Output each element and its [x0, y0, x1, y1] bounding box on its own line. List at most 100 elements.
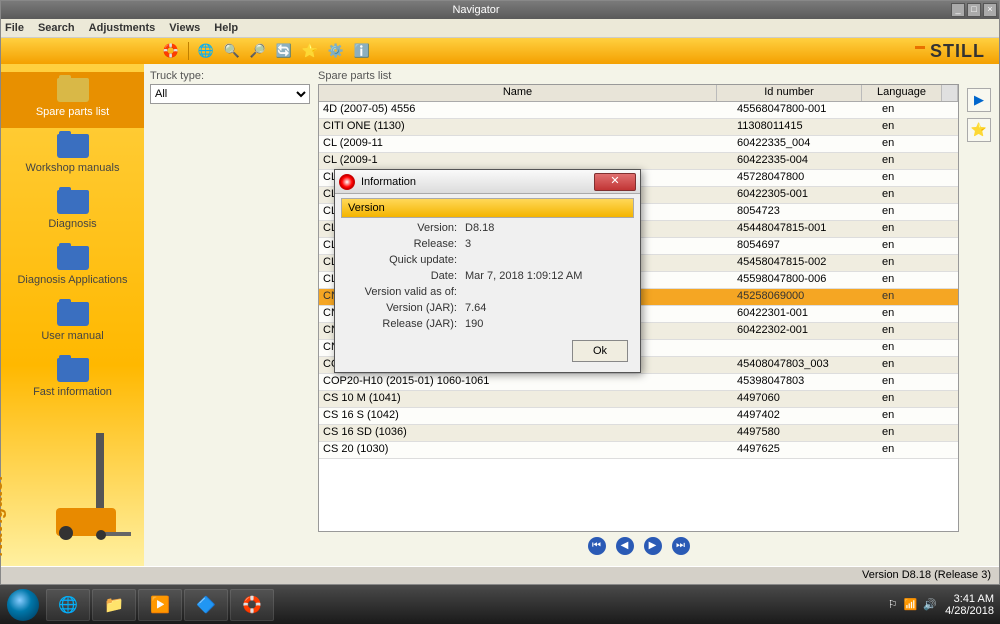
cell-lang: en [878, 391, 958, 407]
page-last-button[interactable]: ⏭ [672, 537, 690, 555]
cell-name: CS 10 M (1041) [319, 391, 733, 407]
dialog-close-button[interactable]: ✕ [594, 173, 636, 191]
cell-name: CS 16 S (1042) [319, 408, 733, 424]
sidebar-item-fast-info[interactable]: Fast information [1, 352, 144, 408]
sidebar-item-user-manual[interactable]: User manual [1, 296, 144, 352]
taskbar-clock[interactable]: 3:41 AM 4/28/2018 [945, 593, 994, 617]
brand-logo: STILL [915, 41, 985, 62]
cell-id: 45258069000 [733, 289, 878, 305]
cell-id: 60422335-004 [733, 153, 878, 169]
col-id[interactable]: Id number [717, 85, 862, 101]
cell-lang: en [878, 102, 958, 118]
field-label: Version: [345, 222, 465, 234]
table-row[interactable]: CL (2009-160422335-004en [319, 153, 958, 170]
folder-icon [57, 302, 89, 326]
window-maximize-button[interactable]: □ [967, 3, 981, 17]
refresh-icon[interactable]: 🔄 [275, 42, 293, 60]
taskbar-navigator-button[interactable]: 🛟 [230, 589, 274, 621]
cell-lang: en [878, 136, 958, 152]
flag-icon[interactable]: ⚐ [888, 598, 898, 611]
cell-lang: en [878, 425, 958, 441]
search-icon[interactable]: 🔍 [223, 42, 241, 60]
cell-id: 8054723 [733, 204, 878, 220]
cell-id: 45728047800 [733, 170, 878, 186]
cell-lang: en [878, 221, 958, 237]
play-button[interactable]: ▶ [967, 88, 991, 112]
dialog-field-row: Version valid as of: [335, 284, 640, 300]
col-name[interactable]: Name [319, 85, 717, 101]
cell-id: 60422335_004 [733, 136, 878, 152]
menu-help[interactable]: Help [214, 22, 238, 34]
ok-button[interactable]: Ok [572, 340, 628, 362]
network-icon[interactable]: 📶 [904, 598, 918, 611]
taskbar-media-button[interactable]: ▶️ [138, 589, 182, 621]
menu-file[interactable]: File [5, 22, 24, 34]
window-minimize-button[interactable]: _ [951, 3, 965, 17]
list-title: Spare parts list [318, 70, 959, 82]
truck-type-label: Truck type: [150, 70, 310, 82]
tray-icons[interactable]: ⚐ 📶 🔊 [888, 598, 937, 611]
folder-icon [57, 246, 89, 270]
field-value: D8.18 [465, 222, 630, 234]
folder-icon [57, 78, 89, 102]
cell-lang: en [878, 357, 958, 373]
table-row[interactable]: CS 16 SD (1036)4497580en [319, 425, 958, 442]
folder-icon [57, 134, 89, 158]
folder-icon [57, 358, 89, 382]
sidebar-item-diagnosis[interactable]: Diagnosis [1, 184, 144, 240]
cell-id: 4497580 [733, 425, 878, 441]
gear-icon[interactable]: ⚙️ [327, 42, 345, 60]
taskbar-ie-button[interactable]: 🌐 [46, 589, 90, 621]
cell-lang: en [878, 187, 958, 203]
table-row[interactable]: CS 10 M (1041)4497060en [319, 391, 958, 408]
menu-adjustments[interactable]: Adjustments [89, 22, 156, 34]
page-prev-button[interactable]: ◀ [616, 537, 634, 555]
taskbar-explorer-button[interactable]: 📁 [92, 589, 136, 621]
col-lang[interactable]: Language [862, 85, 942, 101]
globe-icon[interactable]: 🌐 [197, 42, 215, 60]
table-row[interactable]: CITI ONE (1130)11308011415en [319, 119, 958, 136]
page-next-button[interactable]: ▶ [644, 537, 662, 555]
sidebar-item-diag-apps[interactable]: Diagnosis Applications [1, 240, 144, 296]
lifebuoy-icon[interactable]: 🛟 [162, 42, 180, 60]
cell-id: 60422302-001 [733, 323, 878, 339]
info-icon[interactable]: ℹ️ [353, 42, 371, 60]
field-label: Version valid as of: [345, 286, 465, 298]
cell-name: CS 16 SD (1036) [319, 425, 733, 441]
menu-search[interactable]: Search [38, 22, 75, 34]
cell-id [733, 340, 878, 356]
star-icon[interactable]: ⭐ [301, 42, 319, 60]
window-close-button[interactable]: × [983, 3, 997, 17]
page-first-button[interactable]: ⏮ [588, 537, 606, 555]
status-text: Version D8.18 (Release 3) [862, 569, 991, 581]
sidebar-item-spare-parts[interactable]: Spare parts list [1, 72, 144, 128]
windows-orb-icon [7, 589, 39, 621]
sound-icon[interactable]: 🔊 [923, 598, 937, 611]
taskbar-teamviewer-button[interactable]: 🔷 [184, 589, 228, 621]
cell-id: 45458047815-002 [733, 255, 878, 271]
cell-name: CITI ONE (1130) [319, 119, 733, 135]
table-row[interactable]: COP20-H10 (2015-01) 1060-106145398047803… [319, 374, 958, 391]
dialog-field-row: Quick update: [335, 252, 640, 268]
menu-views[interactable]: Views [169, 22, 200, 34]
truck-type-select[interactable]: All [150, 84, 310, 104]
cell-id: 60422301-001 [733, 306, 878, 322]
field-value: 7.64 [465, 302, 630, 314]
app-window: Navigator _ □ × File Search Adjustments … [0, 0, 1000, 585]
sidebar-item-workshop[interactable]: Workshop manuals [1, 128, 144, 184]
table-row[interactable]: CL (2009-1160422335_004en [319, 136, 958, 153]
table-row[interactable]: 4D (2007-05) 455645568047800-001en [319, 102, 958, 119]
dialog-section-header: Version [341, 198, 634, 218]
favorite-button[interactable]: ⭐ [967, 118, 991, 142]
cell-name: CL (2009-1 [319, 153, 733, 169]
table-row[interactable]: CS 20 (1030)4497625en [319, 442, 958, 459]
start-button[interactable] [0, 585, 45, 624]
cell-name: CL (2009-11 [319, 136, 733, 152]
cell-name: CS 20 (1030) [319, 442, 733, 458]
zoom-icon[interactable]: 🔎 [249, 42, 267, 60]
menubar: File Search Adjustments Views Help [1, 19, 999, 38]
dialog-titlebar[interactable]: Information ✕ [335, 170, 640, 194]
cell-id: 45408047803_003 [733, 357, 878, 373]
cell-id: 45398047803 [733, 374, 878, 390]
table-row[interactable]: CS 16 S (1042)4497402en [319, 408, 958, 425]
